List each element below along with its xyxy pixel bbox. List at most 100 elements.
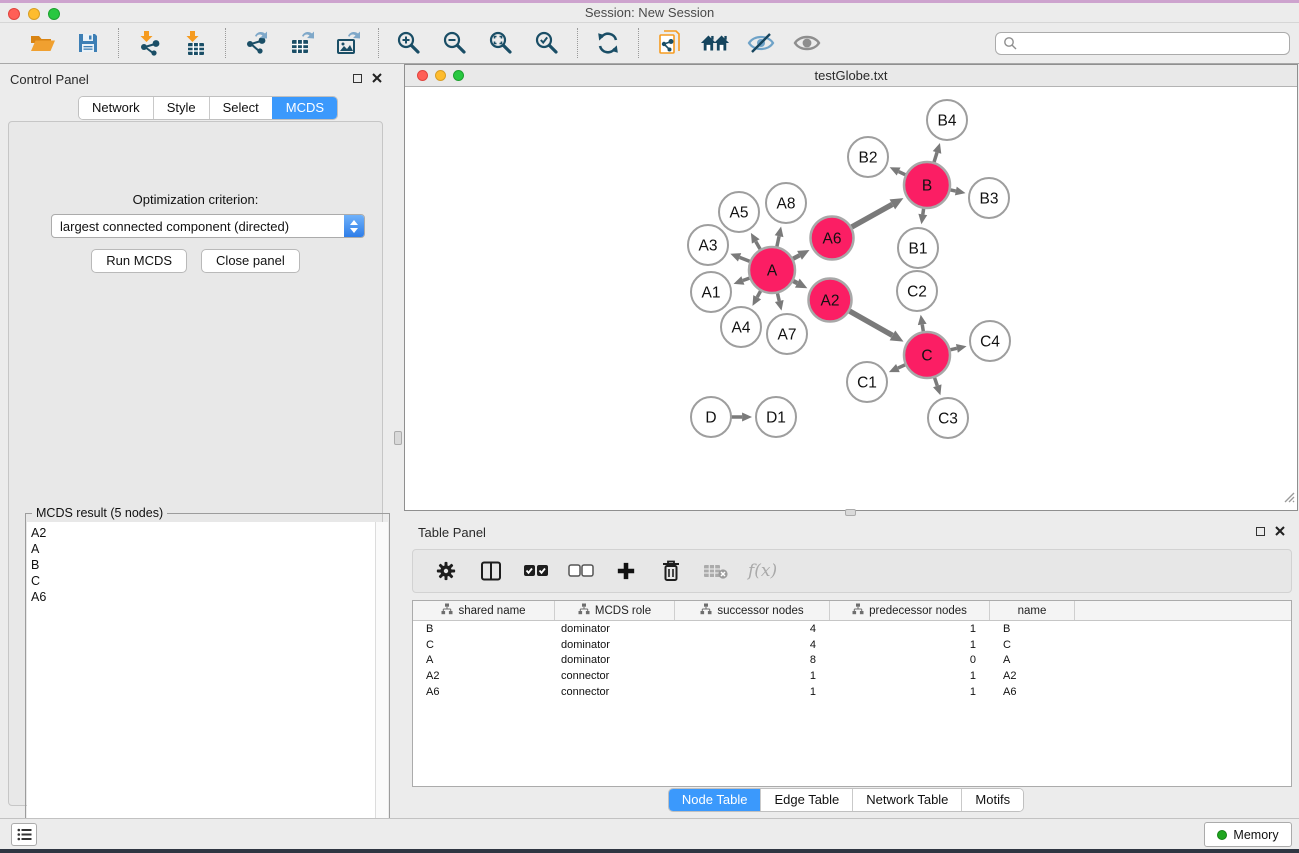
arrowhead-icon xyxy=(742,413,752,422)
cell-successor_nodes: 1 xyxy=(675,686,830,698)
result-item[interactable]: A6 xyxy=(31,589,375,605)
tab-edge-table[interactable]: Edge Table xyxy=(760,789,852,811)
cell-predecessor_nodes: 1 xyxy=(830,639,990,651)
result-scrollbar[interactable] xyxy=(375,522,388,853)
tab-style[interactable]: Style xyxy=(153,97,209,119)
task-history-button[interactable] xyxy=(11,823,37,846)
tab-network[interactable]: Network xyxy=(79,97,153,119)
window-resize-grip[interactable] xyxy=(1281,489,1295,508)
tab-mcds[interactable]: MCDS xyxy=(272,97,337,119)
zoom-in-icon[interactable] xyxy=(394,28,424,58)
column-header-shared-name[interactable]: shared name xyxy=(413,601,555,620)
export-network-icon[interactable] xyxy=(241,28,271,58)
column-label: successor nodes xyxy=(717,605,803,617)
tab-motifs[interactable]: Motifs xyxy=(961,789,1023,811)
add-column-icon[interactable] xyxy=(613,556,639,586)
table-row[interactable]: Bdominator41B xyxy=(413,621,1291,637)
refresh-layout-icon[interactable] xyxy=(593,28,623,58)
save-session-icon[interactable] xyxy=(73,28,103,58)
vertical-split-grip[interactable] xyxy=(394,431,402,445)
gear-icon[interactable] xyxy=(433,556,459,586)
horizontal-split-grip[interactable] xyxy=(845,509,856,516)
app-titlebar: Session: New Session xyxy=(0,3,1299,22)
control-panel: Control Panel NetworkStyleSelectMCDS Opt… xyxy=(0,64,392,818)
float-panel-icon[interactable] xyxy=(353,74,362,83)
open-file-icon[interactable] xyxy=(27,28,57,58)
table-row[interactable]: A2connector11A2 xyxy=(413,668,1291,684)
cell-predecessor_nodes: 1 xyxy=(830,623,990,635)
node-label-C1: C1 xyxy=(857,374,877,391)
arrowhead-icon xyxy=(918,315,927,325)
table-header-row: shared name MCDS role successor nodes prede… xyxy=(413,601,1291,621)
table-body: Bdominator41BCdominator41CAdominator80AA… xyxy=(413,621,1291,699)
table-row[interactable]: Adominator80A xyxy=(413,652,1291,668)
main-toolbar xyxy=(0,22,1299,64)
cell-successor_nodes: 4 xyxy=(675,623,830,635)
node-label-C4: C4 xyxy=(980,333,1000,350)
column-label: shared name xyxy=(458,605,525,617)
node-label-B2: B2 xyxy=(859,149,878,166)
network-canvas[interactable]: AA1A2A3A4A5A6A7A8BB1B2B3B4CC1C2C3C4DD1 xyxy=(405,87,1297,510)
cell-shared_name: A2 xyxy=(413,670,555,682)
column-label: MCDS role xyxy=(595,605,651,617)
column-header-MCDS-role[interactable]: MCDS role xyxy=(555,601,675,620)
eye-slash-icon[interactable] xyxy=(746,28,776,58)
table-row[interactable]: A6connector11A6 xyxy=(413,684,1291,700)
import-table-icon[interactable] xyxy=(180,28,210,58)
table-row[interactable]: Cdominator41C xyxy=(413,637,1291,653)
memory-button[interactable]: Memory xyxy=(1204,822,1292,847)
eye-icon[interactable] xyxy=(792,28,822,58)
tab-node-table[interactable]: Node Table xyxy=(669,789,761,811)
tab-network-table[interactable]: Network Table xyxy=(852,789,961,811)
deselect-all-icon[interactable] xyxy=(568,556,594,586)
toolbar-search xyxy=(995,32,1290,55)
cell-successor_nodes: 1 xyxy=(675,670,830,682)
close-panel-icon[interactable] xyxy=(372,73,382,83)
cell-predecessor_nodes: 0 xyxy=(830,654,990,666)
network-window-title: testGlobe.txt xyxy=(405,68,1297,83)
run-mcds-button[interactable]: Run MCDS xyxy=(91,249,187,273)
criterion-value: largest connected component (directed) xyxy=(52,219,344,234)
result-item[interactable]: B xyxy=(31,557,375,573)
mcds-result-list[interactable]: A2ABCA6 xyxy=(27,522,375,853)
float-table-panel-icon[interactable] xyxy=(1256,527,1265,536)
network-view-window: testGlobe.txt AA1A2A3A4A5A6A7A8BB1B2B3B4… xyxy=(404,64,1298,511)
optimization-criterion-label: Optimization criterion: xyxy=(9,192,382,207)
export-table-icon[interactable] xyxy=(287,28,317,58)
cell-shared_name: A xyxy=(413,654,555,666)
cell-mcds_role: connector xyxy=(555,670,675,682)
close-table-panel-icon[interactable] xyxy=(1275,526,1285,536)
network-window-titlebar[interactable]: testGlobe.txt xyxy=(405,65,1297,87)
result-item[interactable]: A xyxy=(31,541,375,557)
close-panel-button[interactable]: Close panel xyxy=(201,249,300,273)
column-header-predecessor-nodes[interactable]: predecessor nodes xyxy=(830,601,990,620)
home-networks-icon[interactable] xyxy=(700,28,730,58)
delete-icon[interactable] xyxy=(658,556,684,586)
table-panel-tabs: Node TableEdge TableNetwork TableMotifs xyxy=(668,788,1024,812)
select-all-icon[interactable] xyxy=(523,556,549,586)
export-image-icon[interactable] xyxy=(333,28,363,58)
column-header-successor-nodes[interactable]: successor nodes xyxy=(675,601,830,620)
cell-name: A xyxy=(990,654,1075,666)
node-table[interactable]: shared name MCDS role successor nodes prede… xyxy=(412,600,1292,787)
zoom-fit-icon[interactable] xyxy=(486,28,516,58)
arrowhead-icon xyxy=(955,187,966,196)
zoom-selected-icon[interactable] xyxy=(532,28,562,58)
search-input[interactable] xyxy=(995,32,1290,55)
result-item[interactable]: C xyxy=(31,573,375,589)
result-item[interactable]: A2 xyxy=(31,525,375,541)
cell-mcds_role: dominator xyxy=(555,639,675,651)
column-view-icon[interactable] xyxy=(478,556,504,586)
tab-select[interactable]: Select xyxy=(209,97,272,119)
network-file-icon[interactable] xyxy=(654,28,684,58)
node-label-A6: A6 xyxy=(823,230,842,247)
node-label-C3: C3 xyxy=(938,410,958,427)
column-header-name[interactable]: name xyxy=(990,601,1075,620)
criterion-dropdown[interactable]: largest connected component (directed) xyxy=(51,214,365,238)
zoom-out-icon[interactable] xyxy=(440,28,470,58)
arrowhead-icon xyxy=(730,253,741,261)
app-title: Session: New Session xyxy=(0,5,1299,20)
import-network-icon[interactable] xyxy=(134,28,164,58)
node-label-A8: A8 xyxy=(777,195,796,212)
column-label: predecessor nodes xyxy=(869,605,967,617)
